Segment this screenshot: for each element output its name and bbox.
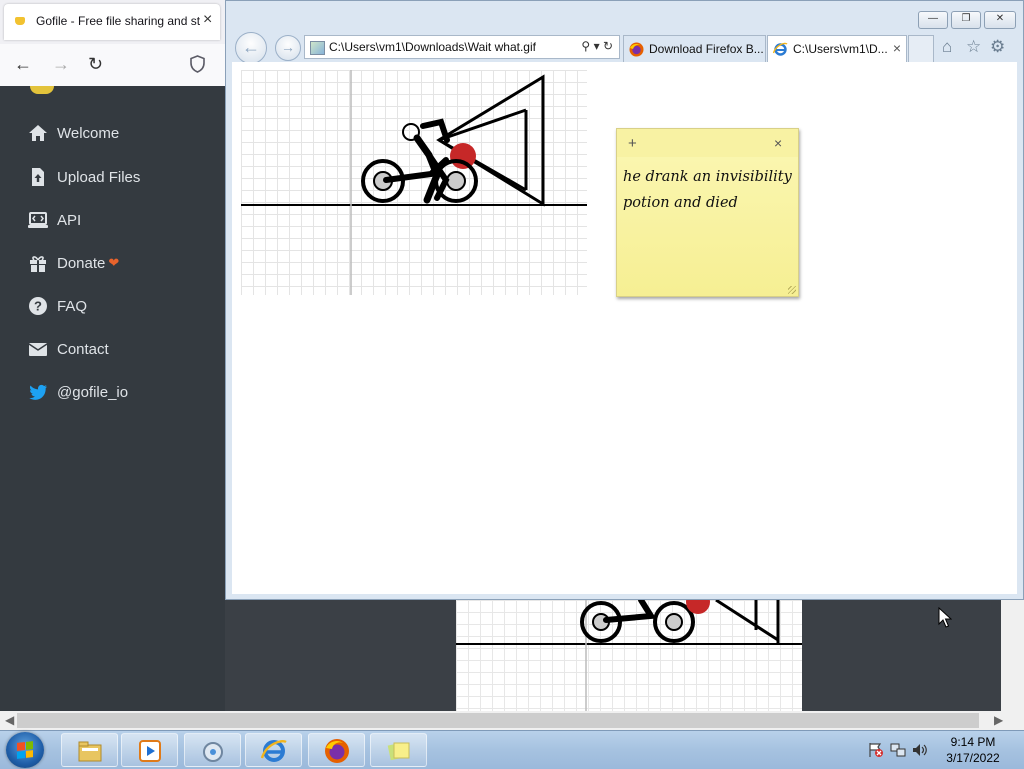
taskbar-media-player[interactable]	[121, 733, 178, 767]
close-note-button[interactable]: ×	[774, 135, 782, 151]
gofile-logo-icon	[30, 86, 54, 94]
file-upload-icon	[32, 168, 44, 186]
address-tools[interactable]: ⚲ ▾ ↻	[581, 39, 613, 53]
sticky-note-text[interactable]: he drank an invisibility potion and died	[623, 164, 793, 216]
internet-explorer-window: — ❐ ✕ ← → C:\Users\vm1\Downloads\Wait wh…	[225, 0, 1024, 600]
scroll-right-arrow-icon[interactable]: ▶	[994, 711, 1003, 730]
dropdown-icon[interactable]: ▾	[594, 39, 600, 53]
sticky-notes-icon	[387, 742, 410, 761]
horizontal-scrollbar[interactable]: ◀ ▶	[0, 711, 1024, 730]
tab-label: C:\Users\vm1\D...	[793, 42, 888, 56]
tab-close-icon[interactable]: ×	[893, 40, 901, 56]
clock-date: 3/17/2022	[946, 751, 1000, 765]
sidebar-item-label: API	[57, 211, 82, 229]
svg-text:?: ?	[34, 299, 42, 314]
add-note-button[interactable]: +	[628, 135, 637, 152]
taskbar-internet-explorer[interactable]	[245, 733, 302, 767]
sticky-note[interactable]: + × he drank an invisibility potion and …	[616, 128, 799, 297]
firefox-icon	[629, 42, 644, 57]
settings-gear-icon[interactable]: ⚙	[990, 37, 1005, 57]
sidebar-item-upload-files[interactable]: Upload Files	[28, 165, 140, 189]
taskbar-control-panel[interactable]	[184, 733, 241, 767]
firefox-icon	[325, 739, 349, 763]
sidebar-item-label: Donate	[57, 254, 106, 272]
minimize-button[interactable]: —	[918, 11, 948, 29]
mouse-cursor-icon	[938, 607, 952, 628]
tab-download-firefox[interactable]: Download Firefox B...	[623, 35, 766, 62]
sidebar-item-label: Welcome	[57, 124, 120, 142]
sidebar-item-label: @gofile_io	[57, 383, 129, 401]
address-bar[interactable]: C:\Users\vm1\Downloads\Wait what.gif ⚲ ▾…	[304, 35, 620, 59]
address-url[interactable]: C:\Users\vm1\Downloads\Wait what.gif	[329, 40, 549, 54]
system-clock[interactable]: 9:14 PM 3/17/2022	[930, 734, 1016, 766]
image-file-icon	[310, 41, 325, 55]
back-arrow-icon: ←	[242, 37, 260, 57]
gift-icon	[30, 256, 46, 272]
action-center-flag-icon[interactable]	[868, 742, 884, 758]
volume-icon[interactable]	[912, 742, 928, 758]
tracking-shield-icon[interactable]	[190, 55, 205, 73]
back-arrow-icon[interactable]: ←	[14, 54, 32, 74]
control-panel-icon	[203, 742, 223, 762]
search-icon[interactable]: ⚲	[581, 39, 590, 53]
start-button[interactable]	[6, 732, 44, 768]
file-explorer-icon	[78, 741, 102, 762]
windows-logo-icon	[17, 741, 33, 759]
motorcycle-stick-figure-drawing	[241, 70, 587, 295]
resize-grip-icon[interactable]	[788, 286, 796, 294]
internet-explorer-icon	[261, 740, 287, 762]
gif-preview-drawing	[456, 600, 802, 711]
sidebar-item-label: Upload Files	[57, 168, 141, 186]
clock-time: 9:14 PM	[950, 735, 996, 749]
twitter-icon	[29, 384, 47, 400]
gif-image	[241, 70, 587, 295]
sidebar-item-contact[interactable]: Contact	[28, 337, 109, 361]
sidebar-item-label: Contact	[57, 340, 109, 358]
sidebar-item-label: FAQ	[57, 297, 88, 315]
gofile-gif-preview	[456, 600, 802, 711]
sidebar-item-donate[interactable]: Donate ❤	[28, 251, 119, 275]
ie-icon	[773, 42, 788, 56]
taskbar: 9:14 PM 3/17/2022	[0, 730, 1024, 769]
firefox-tab-gofile[interactable]: Gofile - Free file sharing and storage ×	[4, 4, 220, 40]
vertical-scrollbar[interactable]	[1001, 600, 1024, 711]
horizontal-scroll-thumb[interactable]	[17, 713, 979, 728]
sidebar-item-faq[interactable]: ? FAQ	[28, 294, 87, 318]
taskbar-firefox[interactable]	[308, 733, 365, 767]
close-window-button[interactable]: ✕	[984, 11, 1016, 29]
envelope-icon	[28, 343, 48, 356]
firefox-tab-close-icon[interactable]: ×	[203, 12, 212, 28]
forward-button[interactable]: →	[275, 35, 301, 61]
restore-button[interactable]: ❐	[951, 11, 981, 29]
sidebar-item-twitter[interactable]: @gofile_io	[28, 380, 128, 404]
sidebar-item-api[interactable]: API	[28, 208, 81, 232]
network-icon[interactable]	[890, 742, 906, 758]
heart-icon: ❤	[108, 255, 120, 270]
home-icon[interactable]: ⌂	[942, 37, 952, 57]
reload-icon[interactable]: ↻	[88, 54, 103, 74]
system-tray: 9:14 PM 3/17/2022	[862, 731, 1024, 769]
forward-arrow-icon: →	[281, 39, 295, 55]
scroll-left-arrow-icon[interactable]: ◀	[5, 711, 14, 730]
taskbar-sticky-notes[interactable]	[370, 733, 427, 767]
question-circle-icon: ?	[29, 297, 47, 315]
tab-label: Download Firefox B...	[649, 42, 764, 56]
laptop-code-icon	[28, 212, 48, 228]
firefox-tab-title: Gofile - Free file sharing and storage	[36, 14, 200, 28]
media-player-icon	[139, 740, 161, 762]
back-button[interactable]: ←	[235, 32, 267, 64]
gofile-sidebar: Welcome Upload Files API Donate ❤ ? FAQ …	[0, 86, 225, 716]
tab-wait-what-gif[interactable]: C:\Users\vm1\D... ×	[767, 35, 907, 62]
home-icon	[29, 125, 47, 141]
new-tab-button[interactable]	[908, 35, 934, 62]
favorites-star-icon[interactable]: ☆	[966, 37, 981, 57]
forward-arrow-icon[interactable]: →	[52, 54, 70, 74]
taskbar-file-explorer[interactable]	[61, 733, 118, 767]
sidebar-item-welcome[interactable]: Welcome	[28, 121, 119, 145]
refresh-icon[interactable]: ↻	[603, 39, 613, 53]
sticky-note-header	[617, 129, 798, 157]
gofile-favicon-icon	[15, 17, 25, 25]
